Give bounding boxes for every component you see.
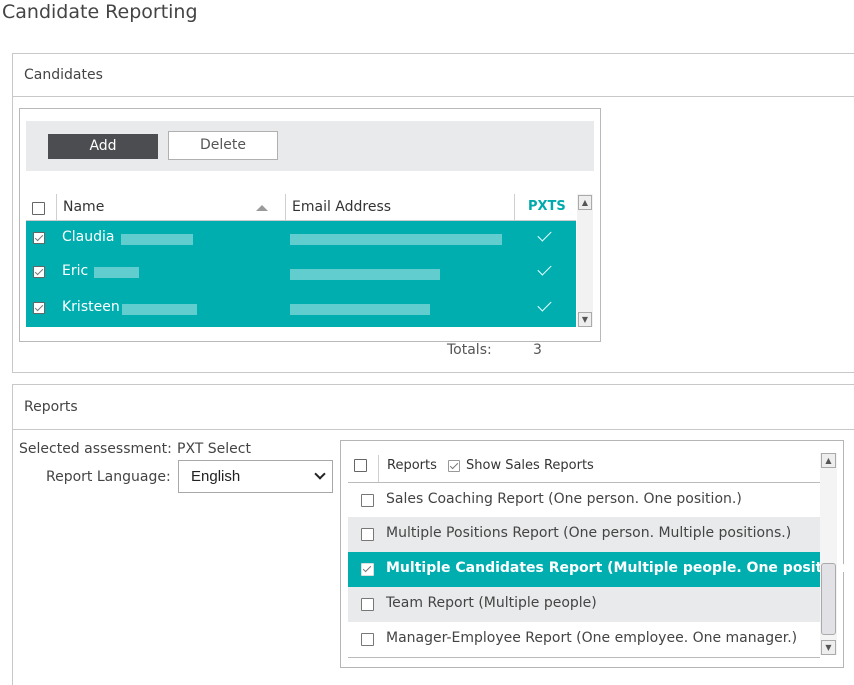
report-checkbox[interactable]	[361, 598, 374, 611]
reports-list: Reports Show Sales Reports Sales Coachin…	[340, 440, 854, 668]
candidates-grid: Add Delete Name Email Address PXTS Claud…	[19, 108, 601, 342]
scroll-up-icon[interactable]: ▲	[578, 195, 592, 210]
table-row[interactable]: Eric	[26, 256, 576, 291]
redacted-email	[290, 269, 440, 280]
report-language-value: English	[191, 468, 241, 485]
chevron-down-icon	[314, 468, 326, 480]
table-row[interactable]: Kristeen	[26, 291, 576, 327]
reports-scrollbar[interactable]: ▲ ▼	[820, 453, 837, 655]
reports-column-header: Reports	[387, 458, 437, 473]
candidate-name: Claudia	[62, 229, 115, 245]
show-sales-reports-label[interactable]: Show Sales Reports	[466, 458, 594, 473]
report-item[interactable]: Team Report (Multiple people)	[348, 587, 820, 622]
report-label: Multiple Candidates Report (Multiple peo…	[386, 560, 854, 576]
candidate-name: Kristeen	[62, 299, 120, 315]
report-item[interactable]: Multiple Positions Report (One person. M…	[348, 517, 820, 552]
report-item[interactable]: Multiple Candidates Report (Multiple peo…	[348, 552, 854, 587]
totals-value: 3	[533, 342, 542, 358]
scroll-up-icon[interactable]: ▲	[821, 453, 836, 468]
select-all-reports-checkbox[interactable]	[354, 459, 367, 472]
column-divider	[378, 455, 379, 483]
report-language-label: Report Language:	[46, 469, 171, 485]
redacted-surname	[94, 267, 139, 278]
report-checkbox[interactable]	[361, 563, 374, 576]
redacted-email	[290, 234, 502, 245]
report-language-select[interactable]: English	[178, 460, 333, 493]
column-divider	[56, 194, 57, 221]
add-button[interactable]: Add	[48, 134, 158, 159]
column-header-name[interactable]: Name	[63, 199, 104, 215]
pxts-check-icon	[537, 261, 552, 276]
candidates-section-title: Candidates	[13, 54, 854, 97]
selected-assessment-value: PXT Select	[177, 441, 251, 457]
report-label: Team Report (Multiple people)	[386, 595, 597, 611]
report-label: Multiple Positions Report (One person. M…	[386, 525, 792, 541]
totals-label: Totals:	[447, 342, 492, 358]
candidates-scrollbar[interactable]: ▲ ▼	[577, 194, 593, 327]
scroll-down-icon[interactable]: ▼	[578, 312, 592, 327]
delete-button[interactable]: Delete	[168, 131, 278, 160]
scroll-down-icon[interactable]: ▼	[821, 640, 836, 655]
report-label: Manager-Employee Report (One employee. O…	[386, 630, 798, 646]
column-header-email[interactable]: Email Address	[292, 199, 391, 215]
report-checkbox[interactable]	[361, 494, 374, 507]
pxts-check-icon	[537, 227, 552, 242]
reports-section-title: Reports	[13, 385, 854, 430]
row-checkbox[interactable]	[33, 302, 45, 314]
redacted-surname	[121, 234, 193, 245]
report-item[interactable]: Sales Coaching Report (One person. One p…	[348, 483, 820, 518]
page-title: Candidate Reporting	[2, 1, 198, 23]
row-checkbox[interactable]	[33, 266, 45, 278]
column-divider	[514, 194, 515, 221]
pxts-check-icon	[537, 297, 552, 312]
column-divider	[285, 194, 286, 221]
sort-ascending-icon[interactable]	[256, 205, 268, 211]
redacted-surname	[122, 304, 197, 315]
candidate-name: Eric	[62, 263, 89, 279]
candidates-toolbar: Add Delete	[26, 121, 594, 171]
column-header-pxts[interactable]: PXTS	[528, 199, 566, 214]
show-sales-reports-checkbox[interactable]	[448, 460, 460, 472]
report-checkbox[interactable]	[361, 528, 374, 541]
redacted-email	[290, 304, 430, 315]
table-row[interactable]: Claudia	[26, 221, 576, 256]
report-item[interactable]: Manager-Employee Report (One employee. O…	[348, 622, 820, 658]
report-checkbox[interactable]	[361, 633, 374, 646]
candidates-rows: Claudia Eric Kristeen	[26, 221, 576, 327]
select-all-candidates-checkbox[interactable]	[32, 202, 45, 215]
scroll-thumb[interactable]	[821, 563, 836, 635]
selected-assessment-label: Selected assessment:	[19, 441, 172, 457]
report-label: Sales Coaching Report (One person. One p…	[386, 491, 742, 507]
row-checkbox[interactable]	[33, 232, 45, 244]
